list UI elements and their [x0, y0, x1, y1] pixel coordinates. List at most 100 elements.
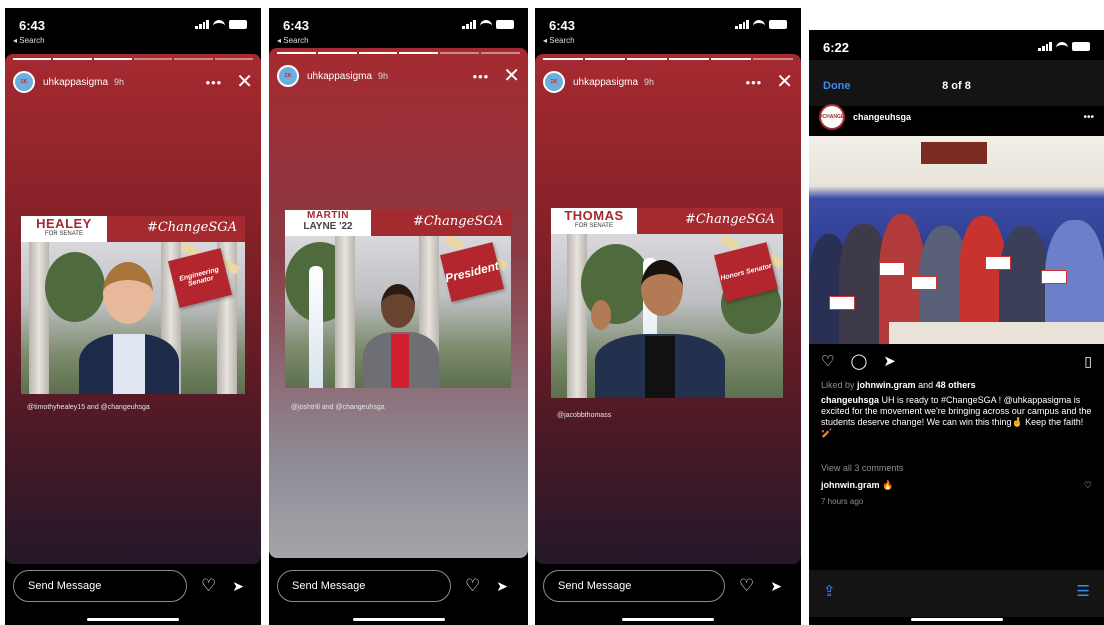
- story-header: ΣΚ uhkappasigma 9h ••• ✕: [543, 68, 793, 96]
- story-progress: [543, 58, 793, 60]
- story-panel-1: 6:43 ◂ Search ΣΚ uhkappasigma 9h ••• ✕ H…: [5, 8, 261, 625]
- candidate-photo: President: [285, 236, 511, 388]
- signal-icon: [195, 20, 209, 29]
- wifi-icon: [753, 20, 765, 29]
- send-icon[interactable]: ➤: [883, 352, 896, 370]
- send-message-input[interactable]: Send Message: [277, 570, 451, 602]
- story-panel-3: 6:43 ◂ Search ΣΚ uhkappasigma 9h ••• ✕ T…: [535, 8, 801, 625]
- campaign-card: MARTIN LAYNE '22 #ChangeSGA President: [285, 210, 511, 388]
- candidate-photo: Engineering Senator: [21, 242, 245, 394]
- home-indicator: [352, 618, 445, 621]
- story-header: ΣΚ uhkappasigma 9h ••• ✕: [277, 62, 520, 90]
- battery-icon: [229, 20, 247, 29]
- hashtag-logo: #ChangeSGA: [412, 214, 503, 229]
- comment: johnwin.gram 🔥 ♡: [821, 480, 1092, 491]
- reply-bar: Send Message ♡ ➤: [543, 570, 793, 602]
- share-icon[interactable]: ⇪: [823, 582, 836, 600]
- more-icon[interactable]: •••: [1083, 112, 1094, 123]
- avatar[interactable]: #CHANGE: [819, 104, 845, 130]
- home-indicator: [910, 618, 1003, 621]
- reply-bar: Send Message ♡ ➤: [277, 570, 520, 602]
- status-icons: [195, 20, 247, 29]
- home-indicator: [622, 618, 714, 621]
- list-icon[interactable]: ☰: [1077, 582, 1090, 600]
- story-progress: [13, 58, 253, 60]
- send-message-input[interactable]: Send Message: [13, 570, 187, 602]
- back-to-search-link[interactable]: ◂ Search: [277, 36, 309, 45]
- status-time: 6:43: [283, 18, 310, 33]
- signal-icon: [1038, 42, 1052, 51]
- avatar[interactable]: ΣΚ: [13, 71, 35, 93]
- story-age: 9h: [378, 71, 389, 81]
- candidate-name: HEALEY FOR SENATE: [21, 216, 107, 242]
- reply-bar: Send Message ♡ ➤: [13, 570, 253, 602]
- close-icon[interactable]: ✕: [236, 72, 253, 92]
- story-mentions[interactable]: @joshtrill and @changeuhsga: [291, 404, 385, 411]
- story-mentions[interactable]: @jacobbthomass: [557, 412, 611, 419]
- back-to-search-link[interactable]: ◂ Search: [13, 36, 45, 45]
- status-bar: 6:43 ◂ Search: [535, 8, 801, 48]
- story-view[interactable]: ΣΚ uhkappasigma 9h ••• ✕ MARTIN LAYNE '2…: [269, 48, 528, 558]
- wifi-icon: [213, 20, 225, 29]
- heart-icon[interactable]: ♡: [201, 576, 216, 596]
- campaign-card: THOMAS FOR SENATE #ChangeSGA Honors Sena…: [551, 208, 783, 398]
- send-icon[interactable]: ➤: [232, 578, 244, 595]
- status-time: 6:43: [19, 18, 46, 33]
- likes-line[interactable]: Liked by johnwin.gram and 48 others: [821, 380, 1092, 391]
- feed-panel: 6:22 Done 8 of 8 #CHANGE changeuhsga •••…: [809, 30, 1104, 625]
- candidate-photo: Honors Senator: [551, 234, 783, 398]
- send-icon[interactable]: ➤: [770, 578, 782, 595]
- post-username[interactable]: changeuhsga: [853, 112, 911, 122]
- close-icon[interactable]: ✕: [503, 66, 520, 86]
- signal-icon: [735, 20, 749, 29]
- status-icons: [1038, 42, 1090, 51]
- status-icons: [735, 20, 787, 29]
- status-time: 6:43: [549, 18, 576, 33]
- story-view[interactable]: ΣΚ uhkappasigma 9h ••• ✕ HEALEY FOR SENA…: [5, 54, 261, 564]
- more-icon[interactable]: •••: [473, 69, 490, 84]
- wifi-icon: [480, 20, 492, 29]
- campaign-card: HEALEY FOR SENATE #ChangeSGA Engineering…: [21, 216, 245, 394]
- status-time: 6:22: [823, 40, 850, 55]
- story-progress: [277, 52, 520, 54]
- story-username[interactable]: uhkappasigma: [43, 77, 108, 88]
- wifi-icon: [1056, 42, 1068, 51]
- battery-icon: [1072, 42, 1090, 51]
- post-caption: changeuhsga UH is ready to #ChangeSGA ! …: [821, 395, 1092, 438]
- heart-icon[interactable]: ♡: [821, 352, 834, 370]
- battery-icon: [496, 20, 514, 29]
- more-icon[interactable]: •••: [206, 75, 223, 90]
- heart-icon[interactable]: ♡: [1084, 480, 1092, 491]
- hashtag-logo: #ChangeSGA: [684, 212, 775, 227]
- story-mentions[interactable]: @timothyhealey15 and @changeuhsga: [27, 404, 150, 411]
- bookmark-icon[interactable]: ▯: [1084, 353, 1092, 370]
- send-icon[interactable]: ➤: [496, 578, 508, 595]
- close-icon[interactable]: ✕: [776, 72, 793, 92]
- status-icons: [462, 20, 514, 29]
- viewer-toolbar: ⇪ ☰: [809, 570, 1104, 617]
- post-image[interactable]: [809, 136, 1104, 344]
- avatar[interactable]: ΣΚ: [277, 65, 299, 87]
- send-message-input[interactable]: Send Message: [543, 570, 725, 602]
- story-username[interactable]: uhkappasigma: [573, 77, 638, 88]
- heart-icon[interactable]: ♡: [465, 576, 480, 596]
- item-counter: 8 of 8: [942, 80, 971, 92]
- story-age: 9h: [644, 77, 655, 87]
- heart-icon[interactable]: ♡: [739, 576, 754, 596]
- comment-icon[interactable]: ◯: [850, 352, 867, 370]
- avatar[interactable]: ΣΚ: [543, 71, 565, 93]
- home-indicator: [87, 618, 179, 621]
- back-to-search-link[interactable]: ◂ Search: [543, 36, 575, 45]
- candidate-name: MARTIN LAYNE '22: [285, 210, 371, 236]
- more-icon[interactable]: •••: [746, 75, 763, 90]
- post-timestamp: 7 hours ago: [821, 497, 864, 506]
- view-comments-link[interactable]: View all 3 comments: [821, 463, 1092, 474]
- hashtag-logo: #ChangeSGA: [146, 220, 237, 235]
- story-panel-2: 6:43 ◂ Search ΣΚ uhkappasigma 9h ••• ✕ M…: [269, 8, 528, 625]
- signal-icon: [462, 20, 476, 29]
- story-username[interactable]: uhkappasigma: [307, 71, 372, 82]
- post-header: #CHANGE changeuhsga •••: [809, 100, 1104, 134]
- story-view[interactable]: ΣΚ uhkappasigma 9h ••• ✕ THOMAS FOR SENA…: [535, 54, 801, 564]
- post-actions: ♡ ◯ ➤ ▯: [821, 352, 1092, 371]
- candidate-name: THOMAS FOR SENATE: [551, 208, 637, 234]
